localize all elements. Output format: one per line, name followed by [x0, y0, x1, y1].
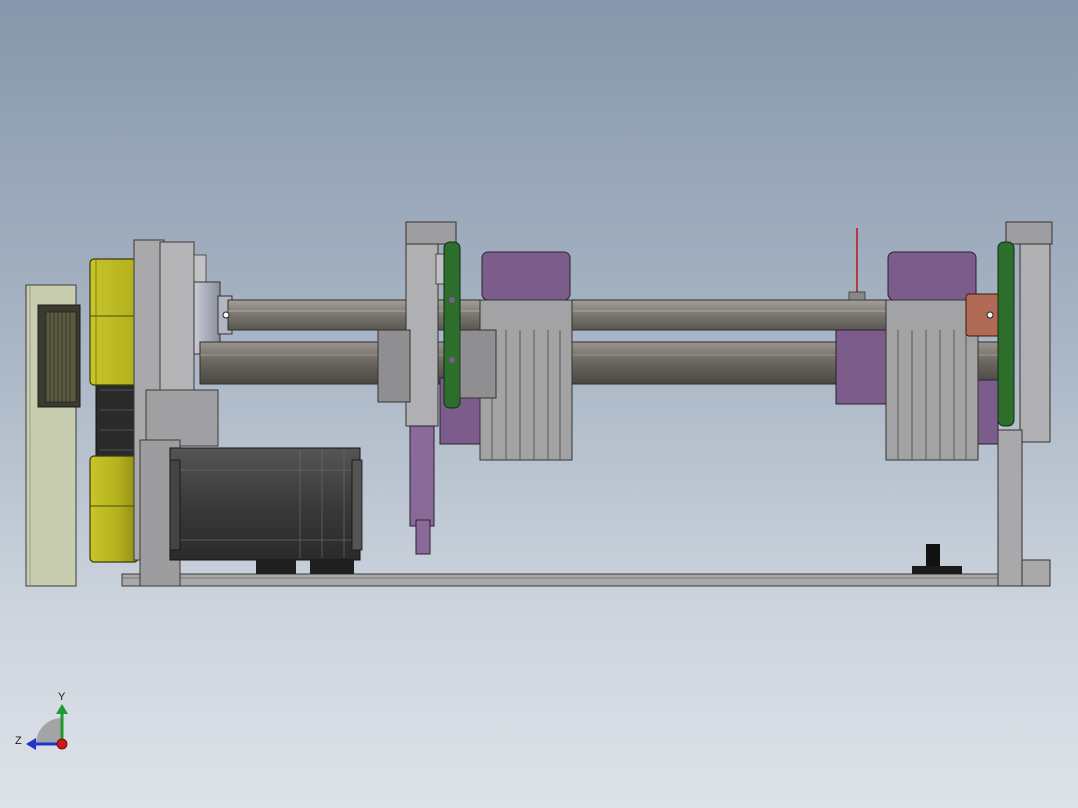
y-axis-arrowhead — [56, 704, 68, 714]
upper-guide-rod[interactable] — [222, 299, 989, 331]
base-rail[interactable] — [121, 573, 1051, 587]
base-sensor-bracket[interactable] — [912, 544, 962, 574]
lower-pulley-guard[interactable] — [89, 455, 139, 563]
z-axis-arrowhead — [26, 738, 36, 750]
indicator-antenna — [848, 228, 866, 301]
servo-motor[interactable] — [169, 447, 363, 561]
right-green-sprocket[interactable] — [997, 241, 1015, 427]
mechanical-assembly-drawing[interactable]: Y Z — [0, 0, 1078, 808]
z-axis-label: Z — [15, 735, 22, 747]
left-timing-pulley[interactable] — [37, 304, 81, 408]
middle-green-sprocket[interactable] — [443, 241, 461, 409]
cad-viewport[interactable]: Y Z — [0, 0, 1078, 808]
motor-mount-feet — [256, 560, 354, 574]
x-axis-dot — [56, 738, 68, 750]
right-slide-block[interactable] — [885, 299, 979, 461]
orientation-triad[interactable]: Y Z — [15, 691, 68, 750]
middle-bushing — [459, 329, 497, 399]
y-axis-label: Y — [58, 691, 66, 703]
